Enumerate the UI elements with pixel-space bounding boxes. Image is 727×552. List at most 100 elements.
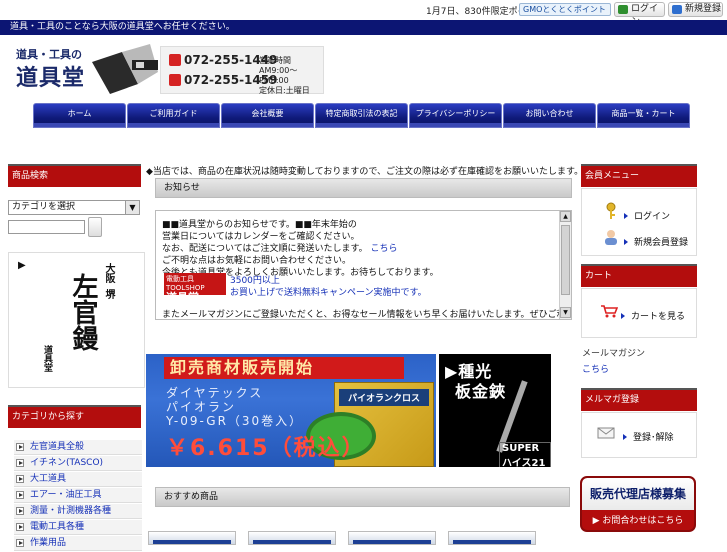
thumb-image xyxy=(253,540,331,544)
mail-icon xyxy=(597,427,615,439)
shop-mini-logo[interactable]: 電動工具 TOOLSHOP 道具堂 xyxy=(164,273,226,303)
hours-time: AM9:00～PM8:00 xyxy=(259,66,298,85)
member-register-link[interactable]: 新規会員登録 xyxy=(624,235,688,248)
search-input[interactable] xyxy=(8,220,85,234)
register-icon xyxy=(672,5,682,14)
category-item[interactable]: エアー・油圧工具 xyxy=(14,488,142,503)
campaign-link[interactable]: お買い上げで送料無料キャンペーン実施中です。 xyxy=(230,285,427,298)
product-thumb[interactable] xyxy=(148,531,236,545)
maker-region: 大阪 xyxy=(103,263,114,283)
product-thumb[interactable] xyxy=(448,531,536,545)
subscribe-label: 登録･解除 xyxy=(633,433,674,443)
category-item[interactable]: イチネン(TASCO) xyxy=(14,456,142,471)
arrow-box-icon xyxy=(16,523,24,531)
product-thumb[interactable] xyxy=(248,531,336,545)
phone-icon xyxy=(169,54,181,66)
category-item[interactable]: 左官道具全般 xyxy=(14,440,142,455)
category-select[interactable]: カテゴリを選択 ▼ xyxy=(8,200,140,215)
global-nav: ホーム ご利用ガイド 会社概要 特定商取引法の表記 プライバシーポリシー お問い… xyxy=(33,103,693,128)
arrow-right-icon xyxy=(624,213,628,219)
login-button[interactable]: ログイン xyxy=(614,2,665,27)
arrow-box-icon xyxy=(16,459,24,467)
maker-banner[interactable]: ▶ 大阪 堺 左官鏝 道具堂 xyxy=(8,252,145,388)
maker-brand: 左官鏝 xyxy=(68,273,98,351)
view-cart-label: カートを見る xyxy=(631,312,686,322)
arrow-right-icon xyxy=(624,239,628,245)
register-button-label: 新規登録 xyxy=(685,4,722,14)
mail-label: メールマガジン xyxy=(582,349,646,359)
nav-company[interactable]: 会社概要 xyxy=(221,103,314,128)
category-label: 大工道具 xyxy=(30,474,67,484)
cart-icon xyxy=(601,305,618,318)
view-cart-link[interactable]: カートを見る xyxy=(621,309,685,322)
category-label: 左官道具全般 xyxy=(30,442,85,452)
category-label: 電動工具各種 xyxy=(30,522,85,532)
login-icon xyxy=(618,5,628,14)
agent-contact: ▶ お問合わせはこちら xyxy=(592,516,684,526)
arrow-box-icon xyxy=(16,443,24,451)
user-icon xyxy=(605,230,617,245)
agent-recruit-banner[interactable]: 販売代理店様募集 ▶ お問合わせはこちら xyxy=(580,476,696,532)
subscribe-link[interactable]: 登録･解除 xyxy=(623,430,674,443)
hours-label: 営業時間 xyxy=(259,56,291,65)
category-item[interactable]: 作業用品 xyxy=(14,536,142,551)
search-heading: 商品検索 xyxy=(8,164,141,187)
category-item[interactable]: 大工道具 xyxy=(14,472,142,487)
category-item[interactable]: 測量・計測機器各種 xyxy=(14,504,142,519)
category-select-value: カテゴリを選択 xyxy=(12,202,76,212)
category-item[interactable]: 電動工具各種 xyxy=(14,520,142,535)
category-label: 作業用品 xyxy=(30,538,67,548)
gmo-point-label: GMOとくとくポイント xyxy=(523,5,606,14)
nav-contact[interactable]: お問い合わせ xyxy=(503,103,596,128)
shears-model: SUPER ハイス21 xyxy=(499,442,551,467)
arrow-box-icon xyxy=(16,507,24,515)
shears-banner[interactable]: ▶種光 板金鋏 SUPER ハイス21 xyxy=(439,354,551,467)
top-bar: 1月7日、830件限定ポイント GMOとくとくポイント ログイン 新規登録 xyxy=(0,0,727,27)
member-heading: 会員メニュー xyxy=(581,164,697,187)
news-heading: お知らせ xyxy=(155,178,572,198)
banner-headline: 卸売商材販売開始 xyxy=(164,357,404,379)
business-hours: 営業時間 AM9:00～PM8:00 定休日:土曜日 xyxy=(259,56,323,96)
play-icon: ▶ xyxy=(18,260,26,271)
scroll-thumb[interactable] xyxy=(561,225,570,295)
register-button[interactable]: 新規登録 xyxy=(668,2,723,17)
gmo-point-badge[interactable]: GMOとくとくポイント xyxy=(519,3,611,16)
arrow-box-icon xyxy=(16,491,24,499)
newsletter-heading: メルマガ登録 xyxy=(581,388,697,411)
product-box-label: パイオランクロス xyxy=(339,389,429,406)
news-bottom-line: またメールマガジンにご登録いただくと、お得なセール情報をいち早くお届けいたします… xyxy=(162,310,571,320)
logo-shop-name: 道具堂 xyxy=(16,65,86,91)
arrow-right-icon xyxy=(621,313,625,319)
shears-name: 板金鋏 xyxy=(455,382,507,401)
featured-heading: おすすめ商品 xyxy=(155,487,570,507)
cart-heading: カート xyxy=(581,264,697,287)
site-logo[interactable]: 道具・工具の 道具堂 072-255-1449 072-255-1459 営業時… xyxy=(8,42,324,95)
news-inline-link[interactable]: こちら xyxy=(371,244,398,254)
maker-city: 堺 xyxy=(103,289,114,299)
nav-law[interactable]: 特定商取引法の表記 xyxy=(315,103,408,128)
nav-products[interactable]: 商品一覧・カート xyxy=(597,103,690,128)
thumb-image xyxy=(353,540,431,544)
banner-price: ￥6.615（税込） xyxy=(166,436,366,461)
fax-icon xyxy=(169,74,181,86)
product-thumb[interactable] xyxy=(348,531,436,545)
member-login-link[interactable]: ログイン xyxy=(624,209,670,222)
maker-sub: 道具堂 xyxy=(42,345,52,372)
thumb-image xyxy=(153,540,231,544)
arrow-box-icon xyxy=(16,539,24,547)
nav-home[interactable]: ホーム xyxy=(33,103,126,128)
tool-image-icon xyxy=(92,44,158,94)
news-scrollbar[interactable]: ▲ ▼ xyxy=(559,211,571,319)
news-box: ■■道具堂からのお知らせです。■■年末年始の 営業日についてはカレンダーをご確認… xyxy=(155,210,572,320)
nav-guide[interactable]: ご利用ガイド xyxy=(127,103,220,128)
member-register-label: 新規会員登録 xyxy=(634,238,689,248)
scroll-down-icon[interactable]: ▼ xyxy=(560,307,571,318)
stock-notice: ◆当店では、商品の在庫状況は随時変動しておりますので、ご注文の際は必ず在庫確認を… xyxy=(146,167,584,177)
nav-privacy[interactable]: プライバシーポリシー xyxy=(409,103,502,128)
wholesale-banner[interactable]: 卸売商材販売開始 パイオランクロス ダイヤテックス パイオラン Y-09-GR（… xyxy=(146,354,436,467)
arrow-right-icon xyxy=(623,434,627,440)
mini-logo-big: 道具堂 xyxy=(166,291,199,304)
mail-link[interactable]: こちら xyxy=(582,362,609,375)
search-button[interactable] xyxy=(88,217,102,237)
scroll-up-icon[interactable]: ▲ xyxy=(560,211,571,222)
